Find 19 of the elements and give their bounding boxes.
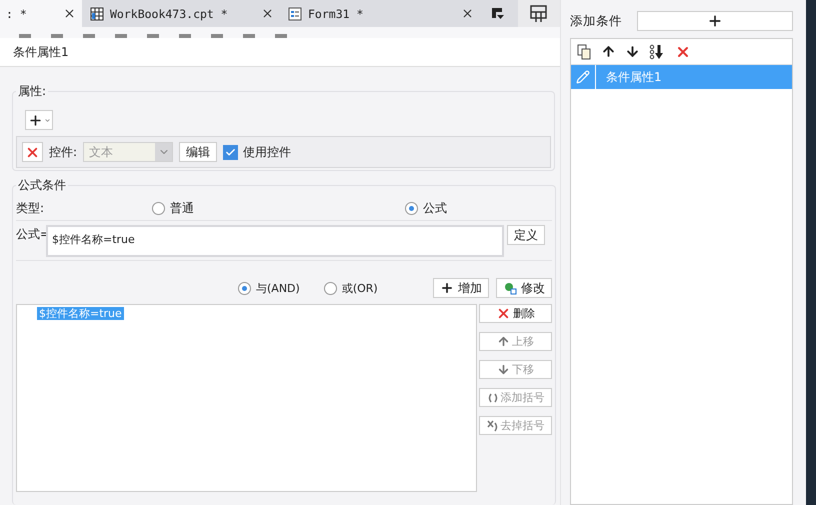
panel-title: 添加条件 — [570, 12, 622, 30]
modify-button[interactable]: 修改 — [496, 278, 552, 298]
editor-tab[interactable]: : * — [0, 0, 82, 27]
control-label: 控件: — [49, 144, 78, 160]
add-button[interactable]: 增加 — [433, 278, 489, 298]
type-label: 类型: — [16, 200, 46, 216]
dialog-title: 条件属性1 — [0, 38, 560, 67]
list-action-button[interactable]: 删除 — [479, 304, 552, 323]
condition-name: 条件属性1 — [605, 68, 662, 86]
section-title: 属性: — [17, 83, 48, 100]
radio-label: 与(AND) — [256, 280, 300, 296]
radio-label: 公式 — [423, 200, 447, 216]
section-title: 公式条件 — [17, 177, 67, 194]
define-button[interactable]: 定义 — [507, 225, 545, 245]
edit-button[interactable]: 编辑 — [179, 142, 218, 162]
formula-field[interactable]: $控件名称=true — [46, 225, 504, 257]
checkbox-label: 使用控件 — [243, 144, 292, 160]
radio-label: 或(OR) — [342, 280, 378, 296]
radio-label: 普通 — [170, 200, 194, 216]
